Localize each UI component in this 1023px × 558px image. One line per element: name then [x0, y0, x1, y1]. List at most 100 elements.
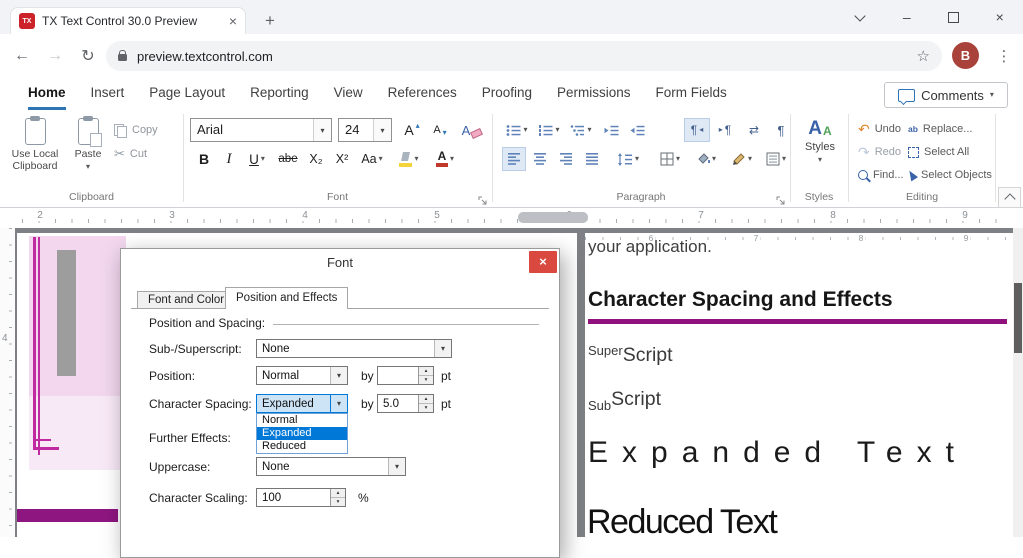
paragraph-ltr-button[interactable]: ¶ ◂ — [684, 118, 710, 142]
dropdown-arrow-icon[interactable]: ▾ — [388, 458, 405, 475]
font-color-button[interactable]: A ▾ — [428, 147, 462, 171]
paragraph-rtl-button[interactable]: ▸ ¶ — [712, 118, 738, 142]
align-center-button[interactable] — [528, 147, 552, 171]
redo-button[interactable]: ↷ Redo — [858, 142, 901, 162]
align-left-button[interactable] — [502, 147, 526, 171]
highlight-color-button[interactable]: ▾ — [392, 147, 426, 171]
subscript-button[interactable]: X₂ — [304, 147, 328, 171]
dialog-title[interactable]: Font — [121, 249, 559, 277]
dropdown-arrow-icon[interactable]: ▾ — [330, 367, 347, 384]
underline-button[interactable]: U ▾ — [242, 147, 272, 171]
window-close-button[interactable]: × — [977, 0, 1023, 34]
paste-button[interactable]: Paste ▾ — [66, 114, 110, 192]
spacing-option-expanded[interactable]: Expanded — [257, 427, 347, 440]
dropdown-arrow-icon[interactable]: ▾ — [313, 119, 331, 141]
tab-font-and-color[interactable]: Font and Color — [137, 291, 235, 308]
dialog-close-button[interactable]: × — [529, 251, 557, 273]
ribbon-tab-references[interactable]: References — [388, 78, 457, 110]
comments-button[interactable]: Comments ▾ — [884, 82, 1008, 108]
uppercase-select[interactable]: None ▾ — [256, 457, 406, 476]
clear-formatting-button[interactable]: A — [458, 118, 486, 142]
ribbon-tab-permissions[interactable]: Permissions — [557, 78, 631, 110]
position-by-input[interactable]: ▴▾ — [377, 366, 434, 385]
align-right-button[interactable] — [554, 147, 578, 171]
select-objects-button[interactable]: Select Objects — [908, 165, 992, 185]
url-text[interactable]: preview.textcontrol.com — [137, 49, 907, 64]
spacing-option-reduced[interactable]: Reduced — [257, 440, 347, 453]
back-button[interactable]: ← — [8, 42, 36, 70]
collapse-ribbon-button[interactable] — [998, 187, 1021, 208]
multilevel-list-button[interactable]: ▾ — [566, 118, 596, 142]
cut-button[interactable]: ✂ Cut — [114, 144, 176, 164]
use-local-clipboard-button[interactable]: Use Local Clipboard — [6, 114, 64, 192]
shrink-font-button[interactable]: A ▾ — [428, 118, 452, 142]
ribbon-tab-reporting[interactable]: Reporting — [250, 78, 309, 110]
character-spacing-select[interactable]: Expanded ▾ — [256, 394, 348, 413]
strikethrough-button[interactable]: abe — [274, 147, 302, 171]
dropdown-arrow-icon[interactable]: ▾ — [434, 340, 451, 357]
find-button[interactable]: Find... — [858, 165, 904, 185]
forward-button[interactable]: → — [41, 42, 69, 70]
window-minimize-button[interactable]: – — [884, 0, 931, 34]
spin-up-icon[interactable]: ▴ — [419, 367, 433, 375]
document-page-2[interactable]: 6 7 8 9 your application. Character Spac… — [585, 233, 1013, 537]
bulleted-list-button[interactable]: ▾ — [502, 118, 532, 142]
dropdown-arrow-icon[interactable]: ▾ — [330, 395, 347, 412]
superscript-button[interactable]: X² — [330, 147, 354, 171]
position-select[interactable]: Normal ▾ — [256, 366, 348, 385]
styles-button[interactable]: A A Styles ▾ — [794, 116, 846, 190]
character-scaling-input[interactable]: 100 ▴▾ — [256, 488, 346, 507]
ribbon-tab-form-fields[interactable]: Form Fields — [656, 78, 727, 110]
spin-down-icon[interactable]: ▾ — [419, 375, 433, 384]
replace-button[interactable]: ab Replace... — [908, 119, 972, 139]
address-bar[interactable]: preview.textcontrol.com ☆ — [106, 41, 942, 71]
grow-font-button[interactable]: A ▴ — [400, 118, 424, 142]
borders-button[interactable]: ▾ — [654, 147, 686, 171]
vertical-scrollbar[interactable] — [1013, 228, 1023, 537]
formatting-marks-button[interactable]: ¶ — [770, 118, 792, 142]
ribbon-tab-view[interactable]: View — [334, 78, 363, 110]
line-spacing-button[interactable]: ▾ — [612, 147, 644, 171]
pattern-button[interactable]: ▾ — [762, 147, 790, 171]
window-maximize-button[interactable] — [930, 0, 977, 34]
spin-down-icon[interactable]: ▾ — [419, 403, 433, 412]
horizontal-scrollbar-thumb[interactable] — [518, 212, 588, 223]
italic-button[interactable]: I — [218, 147, 240, 171]
tab-close-icon[interactable]: × — [229, 14, 237, 28]
decrease-indent-button[interactable] — [600, 118, 622, 142]
bookmark-star-icon[interactable]: ☆ — [917, 47, 930, 65]
border-pen-button[interactable]: ▾ — [726, 147, 758, 171]
increase-indent-button[interactable] — [626, 118, 648, 142]
vertical-scrollbar-thumb[interactable] — [1014, 283, 1022, 353]
ribbon-tab-proofing[interactable]: Proofing — [482, 78, 532, 110]
ribbon-tab-insert[interactable]: Insert — [91, 78, 125, 110]
text-direction-button[interactable]: ⇄ — [742, 118, 766, 142]
font-size-select[interactable]: 24 ▾ — [338, 118, 392, 142]
bold-button[interactable]: B — [192, 147, 216, 171]
spin-up-icon[interactable]: ▴ — [419, 395, 433, 403]
select-all-button[interactable]: Select All — [908, 142, 969, 162]
spacing-option-normal[interactable]: Normal — [257, 414, 347, 427]
tab-position-and-effects[interactable]: Position and Effects — [225, 287, 348, 309]
ribbon-tab-home[interactable]: Home — [28, 78, 66, 110]
spin-up-icon[interactable]: ▴ — [331, 489, 345, 497]
ribbon-tab-page-layout[interactable]: Page Layout — [149, 78, 225, 110]
align-justify-button[interactable] — [580, 147, 604, 171]
shading-button[interactable]: ▾ — [690, 147, 722, 171]
browser-tab[interactable]: TX TX Text Control 30.0 Preview × — [10, 7, 246, 34]
spin-down-icon[interactable]: ▾ — [331, 497, 345, 506]
undo-button[interactable]: ↶ Undo — [858, 119, 901, 139]
copy-button[interactable]: Copy — [114, 120, 176, 140]
character-spacing-by-input[interactable]: 5.0 ▴▾ — [377, 394, 434, 413]
tab-search-chevron-icon[interactable] — [837, 0, 884, 34]
new-tab-button[interactable]: + — [258, 9, 282, 33]
character-spacing-dropdown-list[interactable]: Normal Expanded Reduced — [256, 413, 348, 454]
reload-button[interactable]: ↻ — [74, 42, 102, 70]
dropdown-arrow-icon[interactable]: ▾ — [373, 119, 391, 141]
numbered-list-button[interactable]: ▾ — [534, 118, 564, 142]
sub-superscript-select[interactable]: None ▾ — [256, 339, 452, 358]
font-family-select[interactable]: Arial ▾ — [190, 118, 332, 142]
browser-menu-icon[interactable]: ⋮ — [990, 42, 1018, 70]
profile-avatar[interactable]: B — [952, 42, 979, 69]
change-case-button[interactable]: Aa ▾ — [356, 147, 388, 171]
